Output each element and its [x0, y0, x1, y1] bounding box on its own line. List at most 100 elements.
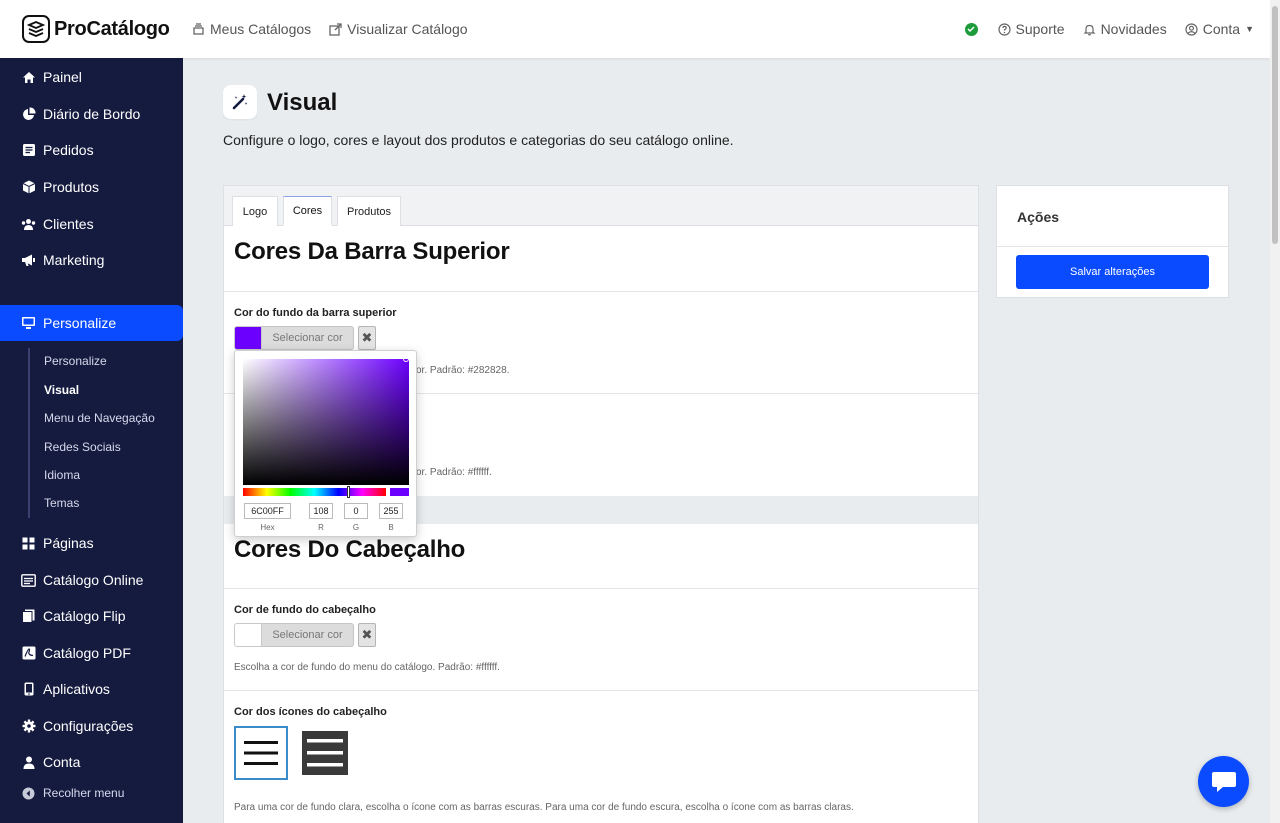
- submenu-line: [28, 348, 30, 518]
- mobile-icon: [21, 682, 36, 697]
- red-label: R: [318, 523, 324, 532]
- header-bg-hint: Escolha a cor de fundo do menu do catálo…: [234, 662, 500, 673]
- news-link[interactable]: Novidades: [1083, 21, 1167, 37]
- color-preview: [390, 488, 409, 496]
- topbar-text-hint: or. Padrão: #ffffff.: [416, 467, 492, 478]
- hex-input[interactable]: 6C00FF: [244, 503, 291, 519]
- gear-icon: [21, 719, 36, 734]
- hex-label: Hex: [260, 523, 275, 532]
- sidebar-item-label: Catálogo PDF: [43, 645, 131, 661]
- divider: [224, 291, 978, 292]
- status-ok-icon[interactable]: [964, 22, 978, 36]
- sidebar-item-label: Pedidos: [43, 142, 94, 158]
- sidebar: Painel Diário de Bordo Pedidos Produtos …: [0, 58, 183, 823]
- sidebar-item-paginas[interactable]: Páginas: [0, 525, 183, 561]
- blue-label: B: [388, 523, 394, 532]
- collapse-menu-button[interactable]: Recolher menu: [0, 775, 183, 811]
- sidebar-item-label: Catálogo Flip: [43, 608, 126, 624]
- sidebar-item-diario[interactable]: Diário de Bordo: [0, 96, 183, 132]
- sidebar-item-aplicativos[interactable]: Aplicativos: [0, 671, 183, 707]
- sidebar-item-configuracoes[interactable]: Configurações: [0, 708, 183, 744]
- news-label: Novidades: [1100, 21, 1167, 37]
- hue-slider-handle[interactable]: [347, 486, 350, 498]
- header-icons-hint: Para uma cor de fundo clara, escolha o í…: [234, 802, 854, 813]
- hue-slider[interactable]: [243, 488, 386, 496]
- chat-bubble-icon: [1211, 771, 1236, 792]
- sidebar-item-catalogo-online[interactable]: Catálogo Online: [0, 562, 183, 598]
- stack-icon: [193, 22, 204, 35]
- sidebar-item-catalogo-flip[interactable]: Catálogo Flip: [0, 598, 183, 634]
- user-circle-icon: [1185, 22, 1198, 36]
- top-bar: ProCatálogo Meus Catálogos Visualizar Ca…: [0, 0, 1270, 58]
- brand[interactable]: ProCatálogo: [22, 15, 192, 43]
- green-label: G: [352, 523, 360, 532]
- sidebar-item-clientes[interactable]: Clientes: [0, 206, 183, 242]
- collapse-menu-label: Recolher menu: [43, 786, 125, 800]
- tab-cores[interactable]: Cores: [283, 196, 332, 226]
- green-input[interactable]: 0: [344, 503, 368, 519]
- submenu-social-networks[interactable]: Redes Sociais: [44, 440, 121, 454]
- blue-input[interactable]: 255: [379, 503, 403, 519]
- section-title-topbar: Cores Da Barra Superior: [234, 238, 510, 265]
- actions-card: Ações Salvar alterações: [996, 185, 1229, 298]
- header-bg-clear-button[interactable]: ✖: [358, 623, 376, 647]
- header-bg-select-button[interactable]: Selecionar cor: [262, 623, 354, 647]
- red-input[interactable]: 108: [309, 503, 333, 519]
- submenu-language[interactable]: Idioma: [44, 468, 80, 482]
- sidebar-item-catalogo-pdf[interactable]: Catálogo PDF: [0, 635, 183, 671]
- submenu-themes[interactable]: Temas: [44, 496, 79, 510]
- brand-logo-icon: [22, 15, 50, 43]
- saturation-value-area[interactable]: [243, 359, 409, 485]
- nav-view-catalog[interactable]: Visualizar Catálogo: [329, 21, 468, 37]
- submenu-visual[interactable]: Visual: [44, 383, 79, 397]
- submenu-navigation-menu[interactable]: Menu de Navegação: [44, 411, 155, 425]
- sidebar-item-label: Diário de Bordo: [43, 106, 141, 122]
- tab-logo[interactable]: Logo: [232, 196, 278, 226]
- users-icon: [21, 217, 36, 232]
- sidebar-item-pedidos[interactable]: Pedidos: [0, 132, 183, 168]
- sidebar-item-marketing[interactable]: Marketing: [0, 242, 183, 278]
- header-bg-label: Cor de fundo do cabeçalho: [234, 604, 376, 616]
- sidebar-item-label: Configurações: [43, 718, 134, 734]
- collapse-left-icon: [21, 786, 36, 801]
- section-title-header: Cores Do Cabeçalho: [234, 536, 466, 563]
- monitor-icon: [21, 316, 36, 331]
- question-circle-icon: [997, 22, 1011, 36]
- page-title: Visual: [267, 89, 338, 116]
- sidebar-item-personalize[interactable]: Personalize: [0, 305, 183, 341]
- dark-bars-icon-option[interactable]: [234, 726, 288, 780]
- tab-produtos[interactable]: Produtos: [337, 196, 401, 226]
- topbar-bg-swatch[interactable]: [234, 326, 262, 350]
- sidebar-item-label: Marketing: [43, 252, 105, 268]
- browser-list-icon: [21, 573, 36, 588]
- support-label: Suporte: [1015, 21, 1065, 37]
- divider: [224, 588, 978, 589]
- save-changes-button[interactable]: Salvar alterações: [1016, 255, 1209, 289]
- pdf-icon: [21, 646, 36, 661]
- sidebar-item-label: Conta: [43, 754, 81, 770]
- sidebar-item-label: Clientes: [43, 216, 94, 232]
- header-bg-swatch[interactable]: [234, 623, 262, 647]
- sidebar-item-painel[interactable]: Painel: [0, 59, 183, 95]
- sidebar-item-label: Páginas: [43, 535, 94, 551]
- tabs-bar: Logo Cores Produtos: [224, 186, 978, 226]
- topbar-bg-select-button[interactable]: Selecionar cor: [262, 326, 354, 350]
- external-link-icon: [329, 22, 342, 36]
- divider: [224, 690, 978, 691]
- nav-view-catalog-label: Visualizar Catálogo: [347, 21, 468, 37]
- submenu-personalize[interactable]: Personalize: [44, 354, 107, 368]
- light-bars-icon-option[interactable]: [298, 726, 352, 780]
- sidebar-item-produtos[interactable]: Produtos: [0, 169, 183, 205]
- account-menu[interactable]: Conta ▼: [1185, 21, 1254, 37]
- sidebar-item-label: Catálogo Online: [43, 572, 144, 588]
- scrollbar-thumb[interactable]: [1272, 6, 1278, 244]
- page-scrollbar[interactable]: [1270, 0, 1280, 823]
- support-link[interactable]: Suporte: [997, 21, 1065, 37]
- nav-my-catalogs[interactable]: Meus Catálogos: [192, 21, 311, 37]
- box-icon: [21, 180, 36, 195]
- chat-button[interactable]: [1198, 756, 1249, 807]
- orders-icon: [21, 143, 36, 158]
- divider: [997, 246, 1228, 247]
- sv-cursor[interactable]: [403, 356, 409, 362]
- topbar-bg-clear-button[interactable]: ✖: [358, 326, 376, 350]
